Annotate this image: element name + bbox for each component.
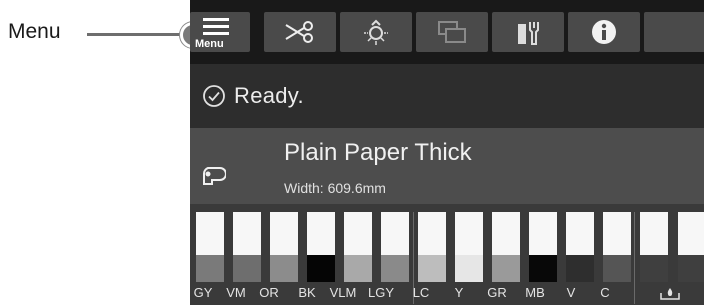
menu-button-label: Menu [195, 38, 224, 50]
printer-screen: Menu Ready. Plain Paper Thick Width: 609… [190, 0, 704, 305]
paper-roll-icon [200, 166, 227, 186]
ink-cartridge-vlm [344, 212, 372, 282]
ink-label-vlm: VLM [329, 285, 357, 300]
layout-icon [435, 19, 469, 45]
ink-cartridge-y [455, 212, 483, 282]
ink-cartridge-bk [307, 212, 335, 282]
info-button[interactable] [568, 12, 640, 52]
maintenance-box-level [640, 212, 668, 282]
ink-cartridge-gy [196, 212, 224, 282]
ink-cartridge [678, 212, 704, 282]
cut-button[interactable] [264, 12, 336, 52]
status-bar: Ready. [190, 64, 704, 128]
extra-button[interactable] [644, 12, 704, 52]
ink-cartridge-v [566, 212, 594, 282]
ink-cartridge-gr [492, 212, 520, 282]
ink-label-bk: BK [298, 285, 316, 300]
maintenance-button[interactable] [492, 12, 564, 52]
ink-label-c: C [600, 285, 610, 300]
ink-label-v: V [566, 285, 576, 300]
callout-label: Menu [8, 20, 61, 43]
menu-button[interactable]: Menu [190, 12, 250, 52]
paper-name: Plain Paper Thick [284, 139, 472, 166]
ink-label-mb: MB [525, 285, 545, 300]
info-icon [590, 18, 618, 46]
scissors-icon [283, 20, 317, 44]
ink-label-vm: VM [226, 285, 246, 300]
ink-label-lc: LC [412, 285, 430, 300]
ink-cartridge-mb [529, 212, 557, 282]
status-text: Ready. [234, 83, 304, 108]
ink-cartridge-lc [418, 212, 446, 282]
ink-cartridge-lgy [381, 212, 409, 282]
ink-cartridge-or [270, 212, 298, 282]
light-button[interactable] [340, 12, 412, 52]
check-circle-icon [202, 84, 226, 108]
layout-button[interactable] [416, 12, 488, 52]
ink-levels[interactable]: GY VM OR BK VLM LGY LC Y GR MB V C [190, 204, 704, 305]
paper-info[interactable]: Plain Paper Thick Width: 609.6mm [190, 128, 704, 204]
paper-width: Width: 609.6mm [284, 180, 386, 196]
maintenance-icon [513, 18, 543, 46]
ink-label-lgy: LGY [367, 285, 394, 300]
light-bulb-icon [361, 17, 391, 47]
ink-cartridge-vm [233, 212, 261, 282]
ink-label-gy: GY [193, 285, 213, 300]
toolbar: Menu [190, 0, 704, 64]
ink-label-or: OR [259, 285, 279, 300]
callout-line [87, 33, 183, 36]
ink-label-y: Y [454, 285, 464, 300]
ink-separator [634, 212, 635, 304]
ink-label-gr: GR [487, 285, 507, 300]
menu-icon [201, 16, 233, 36]
maintenance-box-icon [659, 287, 681, 305]
ink-cartridge-c [603, 212, 631, 282]
